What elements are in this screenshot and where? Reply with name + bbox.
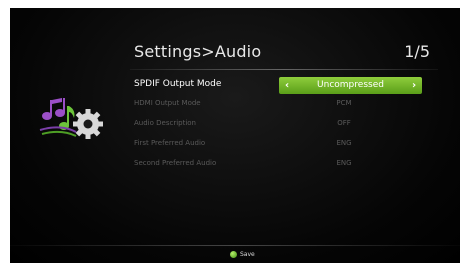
setting-row-hdmi-output-mode[interactable]: HDMI Output Mode PCM [134,96,434,114]
setting-row-spdif-output-mode[interactable]: SPDIF Output Mode ‹ Uncompressed › [134,76,434,94]
setting-row-second-preferred-audio[interactable]: Second Preferred Audio ENG [134,156,434,174]
setting-row-first-preferred-audio[interactable]: First Preferred Audio ENG [134,136,434,154]
setting-value: Uncompressed [317,80,384,90]
setting-value: ENG [336,159,352,167]
setting-label: Audio Description [134,119,196,127]
chevron-right-icon[interactable]: › [408,78,420,93]
save-label: Save [240,250,255,258]
setting-value: ENG [336,139,352,147]
save-hint[interactable]: Save [230,249,255,259]
footer-divider [10,245,460,246]
setting-value: OFF [337,119,351,127]
setting-value: PCM [336,99,352,107]
page-indicator: 1/5 [404,42,430,61]
setting-label: HDMI Output Mode [134,99,201,107]
setting-label: First Preferred Audio [134,139,206,147]
green-button-icon [230,250,237,258]
settings-screen: Settings>Audio 1/5 SPDIF Output Mode ‹ U… [10,8,460,263]
setting-label: Second Preferred Audio [134,159,217,167]
setting-label: SPDIF Output Mode [134,79,222,89]
value-selector[interactable]: ‹ Uncompressed › [279,77,422,94]
page-title: Settings>Audio [134,42,262,61]
setting-row-audio-description[interactable]: Audio Description OFF [134,116,434,134]
title-divider [130,69,438,70]
music-notes-gear-icon [39,98,103,139]
